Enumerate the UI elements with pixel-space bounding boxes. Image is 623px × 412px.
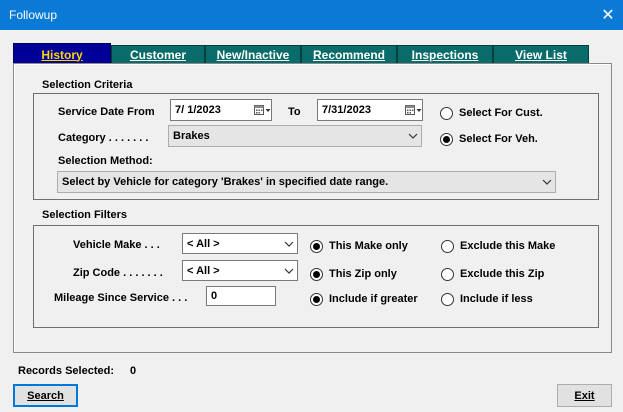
calendar-dropdown-icon[interactable] (404, 100, 422, 120)
tab-history[interactable]: History (13, 43, 111, 65)
tab-recommend[interactable]: Recommend (301, 45, 397, 64)
selection-method-select[interactable]: Select by Vehicle for category 'Brakes' … (57, 171, 556, 193)
selection-filters-group: Vehicle Make . . . < All > This Make onl… (33, 225, 599, 328)
mileage-input[interactable]: 0 (206, 286, 276, 306)
include-if-less-radio[interactable]: Include if less (441, 292, 533, 306)
this-make-only-radio[interactable]: This Make only (310, 239, 408, 253)
zip-code-select[interactable]: < All > (182, 260, 298, 281)
radio-unchecked-icon (441, 239, 454, 253)
this-zip-only-radio[interactable]: This Zip only (310, 267, 397, 281)
to-label: To (288, 106, 301, 118)
search-button[interactable]: Search (13, 384, 78, 407)
radio-checked-icon (440, 132, 453, 146)
calendar-dropdown-icon[interactable] (253, 100, 271, 120)
tab-inspections[interactable]: Inspections (397, 45, 493, 64)
category-label: Category . . . . . . . (58, 132, 149, 144)
title-bar: Followup ✕ (0, 0, 623, 30)
vehicle-make-select[interactable]: < All > (182, 233, 298, 254)
close-icon[interactable]: ✕ (593, 0, 623, 30)
history-panel: Selection Criteria Service Date From 7/ … (13, 63, 612, 353)
records-selected-count: 0 (130, 365, 137, 377)
radio-unchecked-icon (441, 292, 454, 306)
exit-button[interactable]: Exit (557, 384, 612, 407)
chevron-down-icon (281, 234, 297, 253)
records-selected-label: Records Selected: (18, 365, 114, 377)
radio-unchecked-icon (441, 267, 454, 281)
exclude-this-make-radio[interactable]: Exclude this Make (441, 239, 555, 253)
window-title: Followup (9, 8, 58, 22)
exclude-this-zip-radio[interactable]: Exclude this Zip (441, 267, 544, 281)
date-from-value: 7/ 1/2023 (175, 104, 221, 116)
radio-checked-icon (310, 267, 323, 281)
chevron-down-icon (281, 261, 297, 280)
select-for-cust-radio[interactable]: Select For Cust. (440, 106, 543, 120)
service-date-label: Service Date From (58, 106, 155, 118)
radio-unchecked-icon (440, 106, 453, 120)
date-to-field[interactable]: 7/31/2023 (317, 99, 423, 121)
include-if-greater-radio[interactable]: Include if greater (310, 292, 418, 306)
selection-criteria-group: Service Date From 7/ 1/2023 To 7/31/2023 (33, 93, 599, 200)
radio-checked-icon (310, 292, 323, 306)
selection-filters-header: Selection Filters (42, 209, 127, 221)
chevron-down-icon (405, 126, 421, 146)
zip-code-value: < All > (187, 264, 220, 277)
select-for-veh-radio[interactable]: Select For Veh. (440, 132, 538, 146)
vehicle-make-label: Vehicle Make . . . (73, 239, 160, 251)
selection-criteria-header: Selection Criteria (42, 79, 133, 91)
zip-code-label: Zip Code . . . . . . . (73, 267, 163, 279)
mileage-value: 0 (211, 290, 218, 302)
selection-method-label: Selection Method: (58, 155, 153, 167)
chevron-down-icon (539, 172, 555, 192)
date-from-field[interactable]: 7/ 1/2023 (170, 99, 272, 121)
tab-view-list[interactable]: View List (493, 45, 589, 64)
category-select[interactable]: Brakes (168, 125, 422, 147)
mileage-since-service-label: Mileage Since Service . . . (54, 292, 188, 304)
tab-new-inactive[interactable]: New/Inactive (205, 45, 301, 64)
selection-method-value: Select by Vehicle for category 'Brakes' … (62, 176, 389, 188)
category-value: Brakes (173, 130, 210, 142)
date-to-value: 7/31/2023 (322, 104, 371, 116)
radio-checked-icon (310, 239, 323, 253)
vehicle-make-value: < All > (187, 237, 220, 250)
tab-customer[interactable]: Customer (111, 45, 205, 64)
